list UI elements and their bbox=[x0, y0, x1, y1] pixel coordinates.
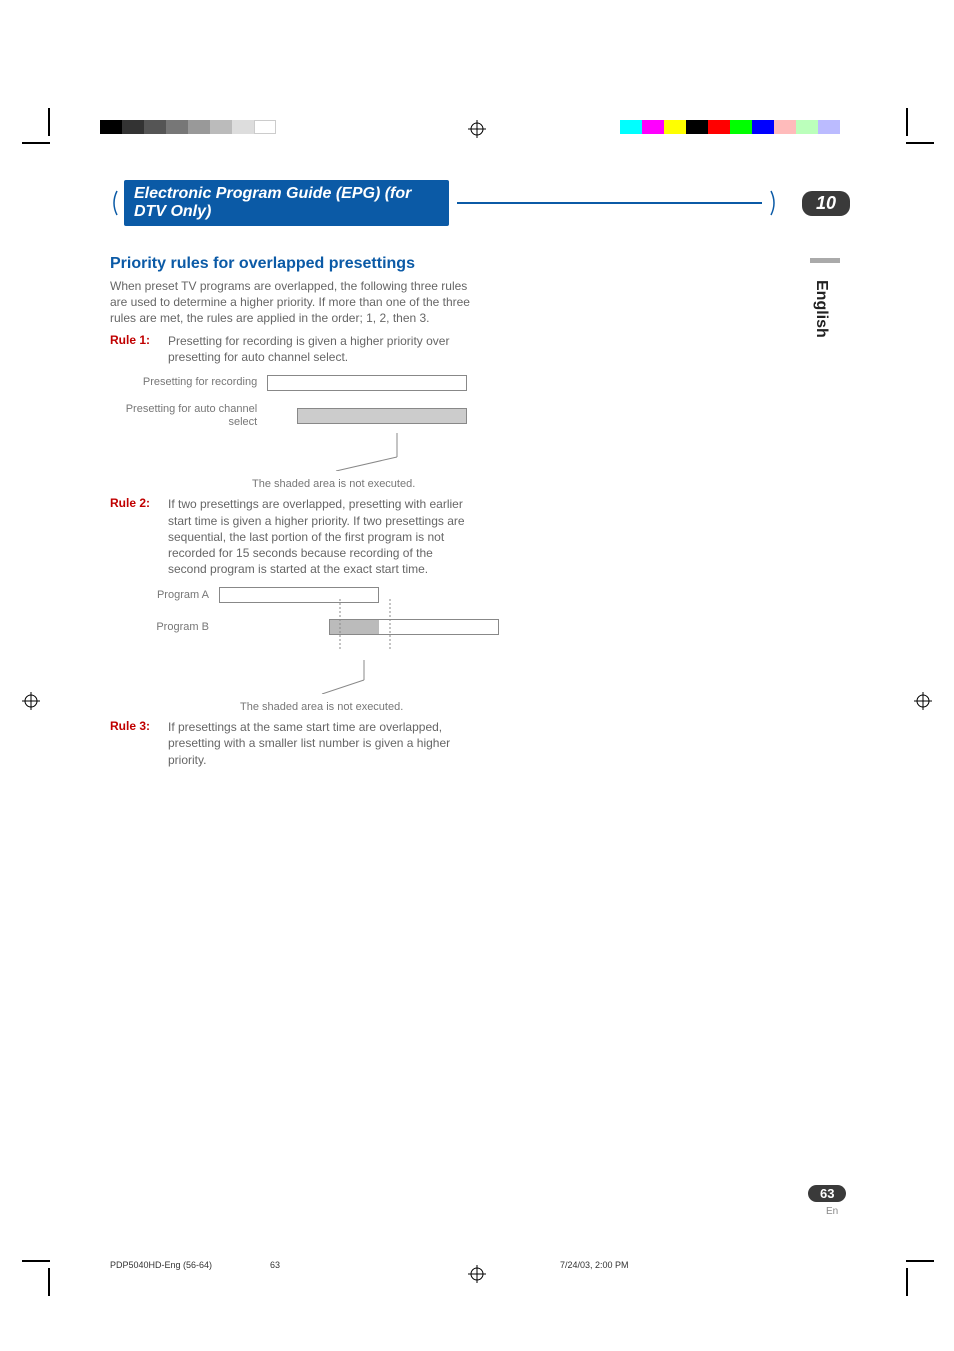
diag-label: Program A bbox=[122, 589, 219, 602]
diag-label: Presetting for recording bbox=[122, 376, 267, 389]
rule-block-1: Rule 1: Presetting for recording is give… bbox=[110, 333, 470, 365]
crop-top-left-h bbox=[22, 142, 50, 144]
chapter-title: Electronic Program Guide (EPG) (for DTV … bbox=[124, 180, 449, 226]
registration-mark-right bbox=[914, 692, 932, 710]
rule-label: Rule 1: bbox=[110, 333, 168, 365]
rule-body: If presettings at the same start time ar… bbox=[168, 719, 470, 768]
registration-mark-bottom bbox=[468, 1265, 486, 1283]
language-tab: English bbox=[812, 280, 830, 338]
diag-bar-recording bbox=[267, 375, 467, 391]
rule-body: Presetting for recording is given a high… bbox=[168, 333, 470, 365]
diag-caption: The shaded area is not executed. bbox=[240, 701, 470, 713]
footer-doc-id: PDP5040HD-Eng (56-64) bbox=[110, 1260, 212, 1270]
registration-mark-left bbox=[22, 692, 40, 710]
diag-bar-auto bbox=[297, 408, 467, 424]
diag-label: Program B bbox=[122, 621, 219, 634]
diag-connector-2 bbox=[122, 660, 482, 694]
page-content: Electronic Program Guide (EPG) (for DTV … bbox=[110, 180, 850, 768]
main-column: Priority rules for overlapped presetting… bbox=[110, 254, 470, 768]
diag-connector-1 bbox=[122, 433, 482, 471]
crop-top-right-h bbox=[906, 142, 934, 144]
thumb-tab-bar bbox=[810, 258, 840, 263]
footer-timestamp: 7/24/03, 2:00 PM bbox=[560, 1260, 629, 1270]
rule-2-diagram: Program A Program B The shaded a bbox=[122, 587, 470, 713]
crop-top-left-v bbox=[48, 108, 50, 136]
crop-bot-left-h bbox=[22, 1260, 50, 1262]
rule-label: Rule 2: bbox=[110, 496, 168, 577]
page-number-badge: 63 bbox=[808, 1185, 846, 1202]
registration-mark-top bbox=[468, 120, 486, 138]
crop-bot-left-v bbox=[48, 1268, 50, 1296]
diag-label: Presetting for auto channel select bbox=[122, 403, 267, 429]
rule-block-2: Rule 2: If two presettings are overlappe… bbox=[110, 496, 470, 577]
rule-block-3: Rule 3: If presettings at the same start… bbox=[110, 719, 470, 768]
section-heading: Priority rules for overlapped presetting… bbox=[110, 254, 470, 274]
page-lang-label: En bbox=[826, 1206, 838, 1217]
chapter-rule-line bbox=[457, 202, 762, 203]
diag-bar-program-a bbox=[219, 587, 379, 603]
chapter-header: Electronic Program Guide (EPG) (for DTV … bbox=[110, 180, 850, 226]
section-intro: When preset TV programs are overlapped, … bbox=[110, 278, 470, 327]
rule-label: Rule 3: bbox=[110, 719, 168, 768]
footer-sheet: 63 bbox=[270, 1260, 280, 1270]
crop-bot-right-h bbox=[906, 1260, 934, 1262]
grayscale-bar bbox=[100, 120, 276, 134]
crop-bot-right-v bbox=[906, 1268, 908, 1296]
bracket-close-icon bbox=[770, 190, 778, 216]
chapter-number-badge: 10 bbox=[802, 191, 850, 216]
rule-body: If two presettings are overlapped, prese… bbox=[168, 496, 470, 577]
diag-caption: The shaded area is not executed. bbox=[252, 478, 470, 490]
bracket-open-icon bbox=[110, 190, 118, 216]
diag-bar-program-b-shaded bbox=[330, 620, 379, 634]
rule-1-diagram: Presetting for recording Presetting for … bbox=[122, 375, 470, 490]
crop-top-right-v bbox=[906, 108, 908, 136]
color-bar bbox=[620, 120, 840, 134]
